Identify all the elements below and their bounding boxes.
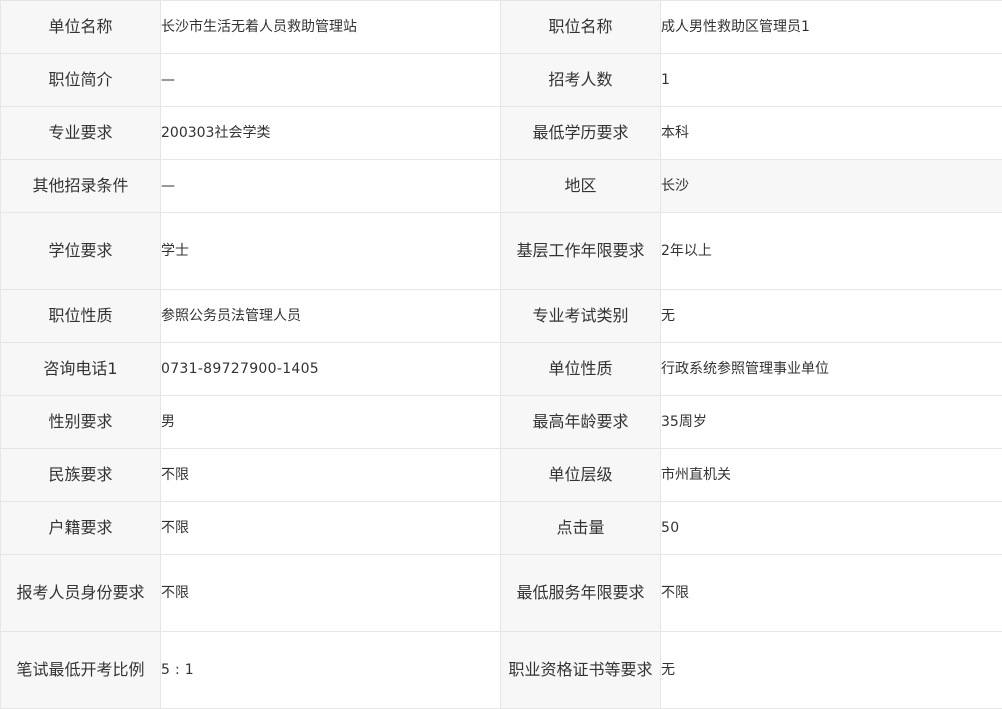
table-row: 咨询电话1 0731-89727900-1405 单位性质 行政系统参照管理事业…	[0, 342, 1002, 396]
label-exam-category: 专业考试类别	[500, 289, 661, 343]
value-unit-nature: 行政系统参照管理事业单位	[660, 342, 1002, 396]
value-region: 长沙	[660, 159, 1002, 213]
value-unit-level: 市州直机关	[660, 448, 1002, 502]
label-household: 户籍要求	[0, 501, 161, 555]
label-region: 地区	[500, 159, 661, 213]
position-info-table: 单位名称 长沙市生活无着人员救助管理站 职位名称 成人男性救助区管理员1 职位简…	[0, 0, 1002, 709]
label-click-count: 点击量	[500, 501, 661, 555]
label-unit-nature: 单位性质	[500, 342, 661, 396]
label-position-name: 职位名称	[500, 0, 661, 54]
value-degree-requirement: 学士	[160, 212, 501, 290]
table-row: 性别要求 男 最高年龄要求 35周岁	[0, 395, 1002, 449]
value-min-service-years: 不限	[660, 554, 1002, 632]
label-position-nature: 职位性质	[0, 289, 161, 343]
table-row: 职位简介 — 招考人数 1	[0, 53, 1002, 107]
label-grassroots-years: 基层工作年限要求	[500, 212, 661, 290]
value-exam-ratio: 5 : 1	[160, 631, 501, 709]
value-position-name: 成人男性救助区管理员1	[660, 0, 1002, 54]
table-row: 户籍要求 不限 点击量 50	[0, 501, 1002, 555]
table-row: 单位名称 长沙市生活无着人员救助管理站 职位名称 成人男性救助区管理员1	[0, 0, 1002, 54]
label-major-requirement: 专业要求	[0, 106, 161, 160]
label-ethnicity: 民族要求	[0, 448, 161, 502]
value-phone: 0731-89727900-1405	[160, 342, 501, 396]
label-min-education: 最低学历要求	[500, 106, 661, 160]
value-exam-category: 无	[660, 289, 1002, 343]
table-row: 报考人员身份要求 不限 最低服务年限要求 不限	[0, 554, 1002, 632]
value-max-age: 35周岁	[660, 395, 1002, 449]
value-gender: 男	[160, 395, 501, 449]
table-row: 学位要求 学士 基层工作年限要求 2年以上	[0, 212, 1002, 290]
label-phone: 咨询电话1	[0, 342, 161, 396]
label-hire-count: 招考人数	[500, 53, 661, 107]
value-grassroots-years: 2年以上	[660, 212, 1002, 290]
table-row: 其他招录条件 — 地区 长沙	[0, 159, 1002, 213]
label-other-conditions: 其他招录条件	[0, 159, 161, 213]
label-position-intro: 职位简介	[0, 53, 161, 107]
label-min-service-years: 最低服务年限要求	[500, 554, 661, 632]
value-min-education: 本科	[660, 106, 1002, 160]
value-ethnicity: 不限	[160, 448, 501, 502]
label-exam-ratio: 笔试最低开考比例	[0, 631, 161, 709]
value-applicant-identity: 不限	[160, 554, 501, 632]
label-unit-level: 单位层级	[500, 448, 661, 502]
label-degree-requirement: 学位要求	[0, 212, 161, 290]
label-applicant-identity: 报考人员身份要求	[0, 554, 161, 632]
table-row: 专业要求 200303社会学类 最低学历要求 本科	[0, 106, 1002, 160]
value-household: 不限	[160, 501, 501, 555]
value-unit-name: 长沙市生活无着人员救助管理站	[160, 0, 501, 54]
value-certificate: 无	[660, 631, 1002, 709]
value-position-nature: 参照公务员法管理人员	[160, 289, 501, 343]
label-gender: 性别要求	[0, 395, 161, 449]
label-max-age: 最高年龄要求	[500, 395, 661, 449]
value-position-intro: —	[160, 53, 501, 107]
value-major-requirement: 200303社会学类	[160, 106, 501, 160]
label-certificate: 职业资格证书等要求	[500, 631, 661, 709]
value-other-conditions: —	[160, 159, 501, 213]
value-hire-count: 1	[660, 53, 1002, 107]
value-click-count: 50	[660, 501, 1002, 555]
label-unit-name: 单位名称	[0, 0, 161, 54]
table-row: 笔试最低开考比例 5 : 1 职业资格证书等要求 无	[0, 631, 1002, 709]
table-row: 职位性质 参照公务员法管理人员 专业考试类别 无	[0, 289, 1002, 343]
table-row: 民族要求 不限 单位层级 市州直机关	[0, 448, 1002, 502]
